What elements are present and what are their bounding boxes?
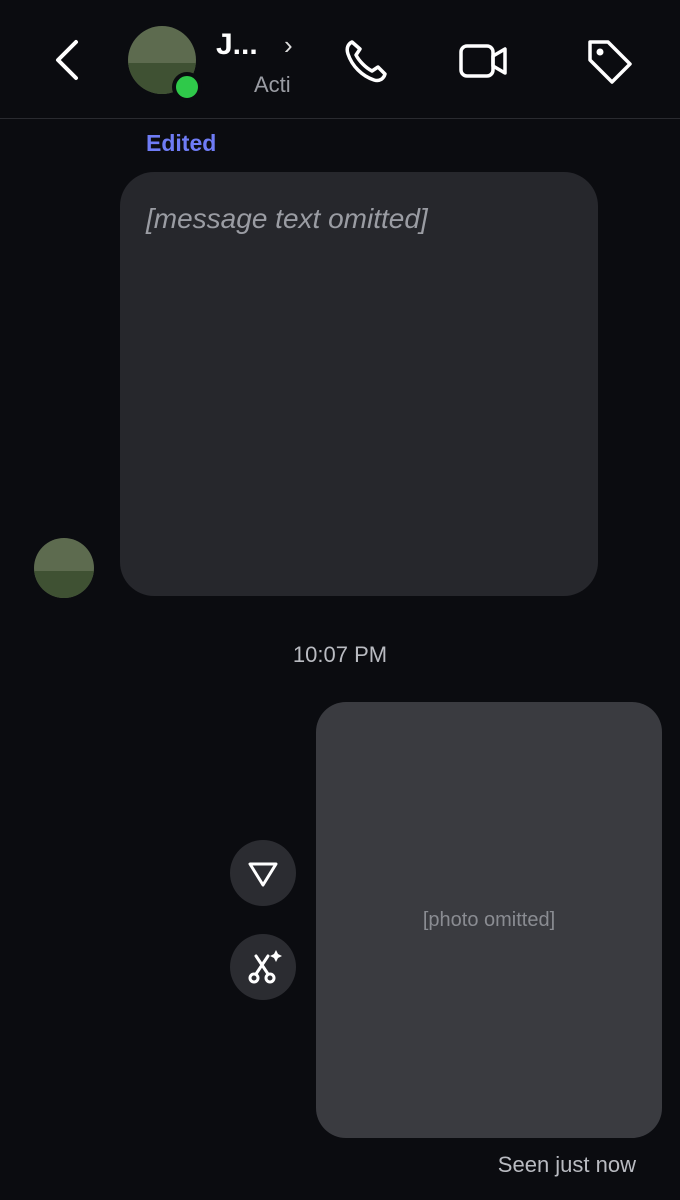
back-icon[interactable] (48, 36, 88, 84)
ai-edit-button[interactable] (230, 934, 296, 1000)
chevron-right-icon[interactable]: › (284, 30, 293, 61)
sender-avatar[interactable] (34, 538, 94, 598)
tag-icon[interactable] (584, 36, 634, 86)
share-button[interactable] (230, 840, 296, 906)
edited-label: Edited (146, 130, 217, 156)
seen-status: Seen just now (497, 1152, 636, 1177)
message-bubble[interactable]: [message text omitted] (120, 172, 598, 596)
timestamp: 10:07 PM (292, 642, 388, 667)
chat-header: J... › Acti (0, 0, 680, 119)
phone-icon[interactable] (340, 36, 390, 86)
contact-name[interactable]: J... (216, 28, 258, 62)
photo-message[interactable]: [photo omitted] (316, 702, 662, 1138)
send-icon (248, 862, 278, 887)
sparkle-scissors-icon (248, 950, 282, 984)
video-icon[interactable] (458, 36, 508, 86)
active-status: Acti (254, 72, 291, 97)
online-indicator (172, 72, 202, 102)
